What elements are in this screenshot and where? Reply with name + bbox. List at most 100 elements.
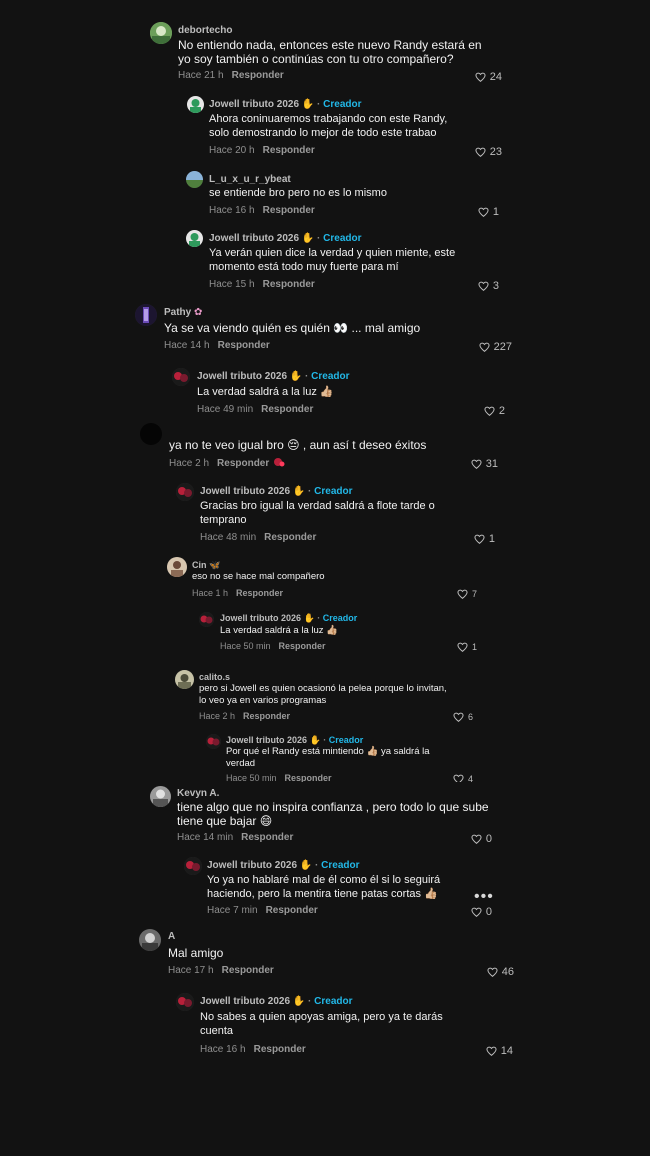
like-button[interactable]: 14 xyxy=(486,1045,513,1057)
reply-button[interactable]: Responder xyxy=(254,1044,306,1055)
avatar[interactable] xyxy=(184,857,202,875)
reply-button[interactable]: Responder xyxy=(263,145,315,156)
comment-text-line: Ya se va viendo quién es quién 👀 ... mal… xyxy=(164,321,421,335)
timestamp: Hace 21 h xyxy=(178,70,224,81)
like-button[interactable]: 0 xyxy=(471,906,492,918)
creator-badge: Creador xyxy=(323,99,362,110)
avatar[interactable] xyxy=(187,96,204,113)
reply-button[interactable]: Responder xyxy=(264,532,316,543)
avatar[interactable] xyxy=(140,423,162,445)
like-button[interactable]: 31 xyxy=(471,458,498,470)
heart-outline-icon xyxy=(487,967,498,977)
creator-badge: Creador xyxy=(328,735,364,745)
like-button[interactable]: 227 xyxy=(479,341,512,353)
username[interactable]: Jowell tributo 2026 xyxy=(220,613,301,623)
comment-text-line: haciendo, pero la mentira tiene patas co… xyxy=(207,888,438,900)
like-button[interactable]: 3 xyxy=(478,280,499,292)
username[interactable]: Jowell tributo 2026 xyxy=(207,860,297,871)
like-button[interactable]: 23 xyxy=(475,146,502,158)
like-count: 1 xyxy=(488,533,495,545)
username[interactable]: Jowell tributo 2026 xyxy=(226,735,307,745)
reply-button[interactable]: Responder xyxy=(261,404,313,415)
clipped-row: Hace 50 min Responder 4 xyxy=(0,772,650,782)
avatar[interactable] xyxy=(199,612,214,627)
avatar[interactable] xyxy=(186,230,203,247)
reply-button[interactable]: Responder xyxy=(232,70,284,81)
heart-outline-icon xyxy=(453,712,464,722)
username[interactable]: Jowell tributo 2026 xyxy=(209,99,299,110)
comment-text-line: No sabes a quien apoyas amiga, pero ya t… xyxy=(200,1011,443,1023)
comment-text-line: Por qué el Randy está mintiendo 👍🏼 ya sa… xyxy=(226,746,430,757)
heart-outline-icon xyxy=(474,534,485,544)
reply-button[interactable]: Responder xyxy=(266,905,318,916)
reply-button[interactable]: Responder xyxy=(236,588,283,598)
like-count: 7 xyxy=(471,589,477,599)
like-button[interactable]: 0 xyxy=(471,833,492,845)
reply-button[interactable]: Responder xyxy=(241,832,293,843)
heart-outline-icon xyxy=(486,1046,497,1056)
reply-button[interactable]: Responder xyxy=(263,279,315,290)
heart-outline-icon xyxy=(471,907,482,917)
like-button[interactable]: 1 xyxy=(478,206,499,218)
reply-button[interactable]: Responder xyxy=(285,773,332,782)
reply-button[interactable]: Responder xyxy=(217,458,269,469)
avatar[interactable] xyxy=(206,734,221,749)
avatar[interactable] xyxy=(135,304,157,326)
hand-emoji-icon: ✋ xyxy=(303,613,315,623)
reply-button[interactable]: Responder xyxy=(279,641,326,651)
heart-outline-icon xyxy=(453,774,464,782)
comment-text-line: Yo ya no hablaré mal de él como él si lo… xyxy=(207,874,441,886)
timestamp: Hace 15 h xyxy=(209,279,255,290)
username[interactable]: Kevyn A. xyxy=(177,788,219,799)
like-button[interactable]: 4 xyxy=(453,774,473,782)
username[interactable]: Jowell tributo 2026 xyxy=(197,371,287,382)
like-button[interactable]: 2 xyxy=(484,405,505,417)
flower-emoji-icon: ✿ xyxy=(194,307,203,318)
creator-badge: Creador xyxy=(322,613,358,623)
reply-button[interactable]: Responder xyxy=(222,965,274,976)
like-button[interactable]: 6 xyxy=(453,712,473,722)
comment-text-line: momento está todo muy fuerte para mí xyxy=(209,261,399,273)
username[interactable]: A⁣ xyxy=(168,931,175,942)
comment-text-line: tiene algo que no inspira confianza , pe… xyxy=(177,800,489,814)
timestamp: Hace 16 h xyxy=(200,1044,246,1055)
more-options-icon[interactable]: ••• xyxy=(474,888,494,906)
username[interactable]: Jowell tributo 2026 xyxy=(200,996,290,1007)
avatar[interactable] xyxy=(150,786,171,807)
username[interactable]: L_u_x_u_r_ybeat xyxy=(209,174,291,185)
timestamp: Hace 7 min xyxy=(207,905,258,916)
heart-outline-icon xyxy=(475,72,486,82)
like-button[interactable]: 1 xyxy=(474,533,495,545)
like-count: 3 xyxy=(492,280,499,292)
like-button[interactable]: 24 xyxy=(475,71,502,83)
username[interactable]: calito.s xyxy=(199,672,230,682)
like-count: 0 xyxy=(485,906,492,918)
username[interactable]: Pathy xyxy=(164,307,191,318)
avatar[interactable] xyxy=(167,557,187,577)
like-count: 0 xyxy=(485,833,492,845)
avatar[interactable] xyxy=(175,670,194,689)
avatar[interactable] xyxy=(186,171,203,188)
avatar[interactable] xyxy=(176,993,194,1011)
separator-dot: · xyxy=(317,99,321,110)
avatar[interactable] xyxy=(139,929,161,951)
comment-text-line: ya no te veo igual bro 😔 , aun así t des… xyxy=(169,438,427,452)
avatar[interactable] xyxy=(150,22,172,44)
username[interactable]: Jowell tributo 2026 xyxy=(200,486,290,497)
like-button[interactable]: 46 xyxy=(487,966,514,978)
reply-button[interactable]: Responder xyxy=(218,340,270,351)
like-button[interactable]: 7 xyxy=(457,589,477,599)
separator-dot: · xyxy=(308,996,312,1007)
avatar[interactable] xyxy=(176,483,194,501)
reply-button[interactable]: Responder xyxy=(243,711,290,721)
creator-badge: Creador xyxy=(323,233,362,244)
reply-button[interactable]: Responder xyxy=(263,205,315,216)
username[interactable]: Jowell tributo 2026 xyxy=(209,233,299,244)
username[interactable]: debortecho xyxy=(178,25,232,36)
heart-outline-icon xyxy=(457,589,468,599)
hand-emoji-icon: ✋ xyxy=(299,860,313,871)
timestamp: Hace 50 min xyxy=(226,773,277,782)
like-button[interactable]: 1 xyxy=(457,642,477,652)
username[interactable]: Cin xyxy=(192,560,207,570)
avatar[interactable] xyxy=(172,368,190,386)
